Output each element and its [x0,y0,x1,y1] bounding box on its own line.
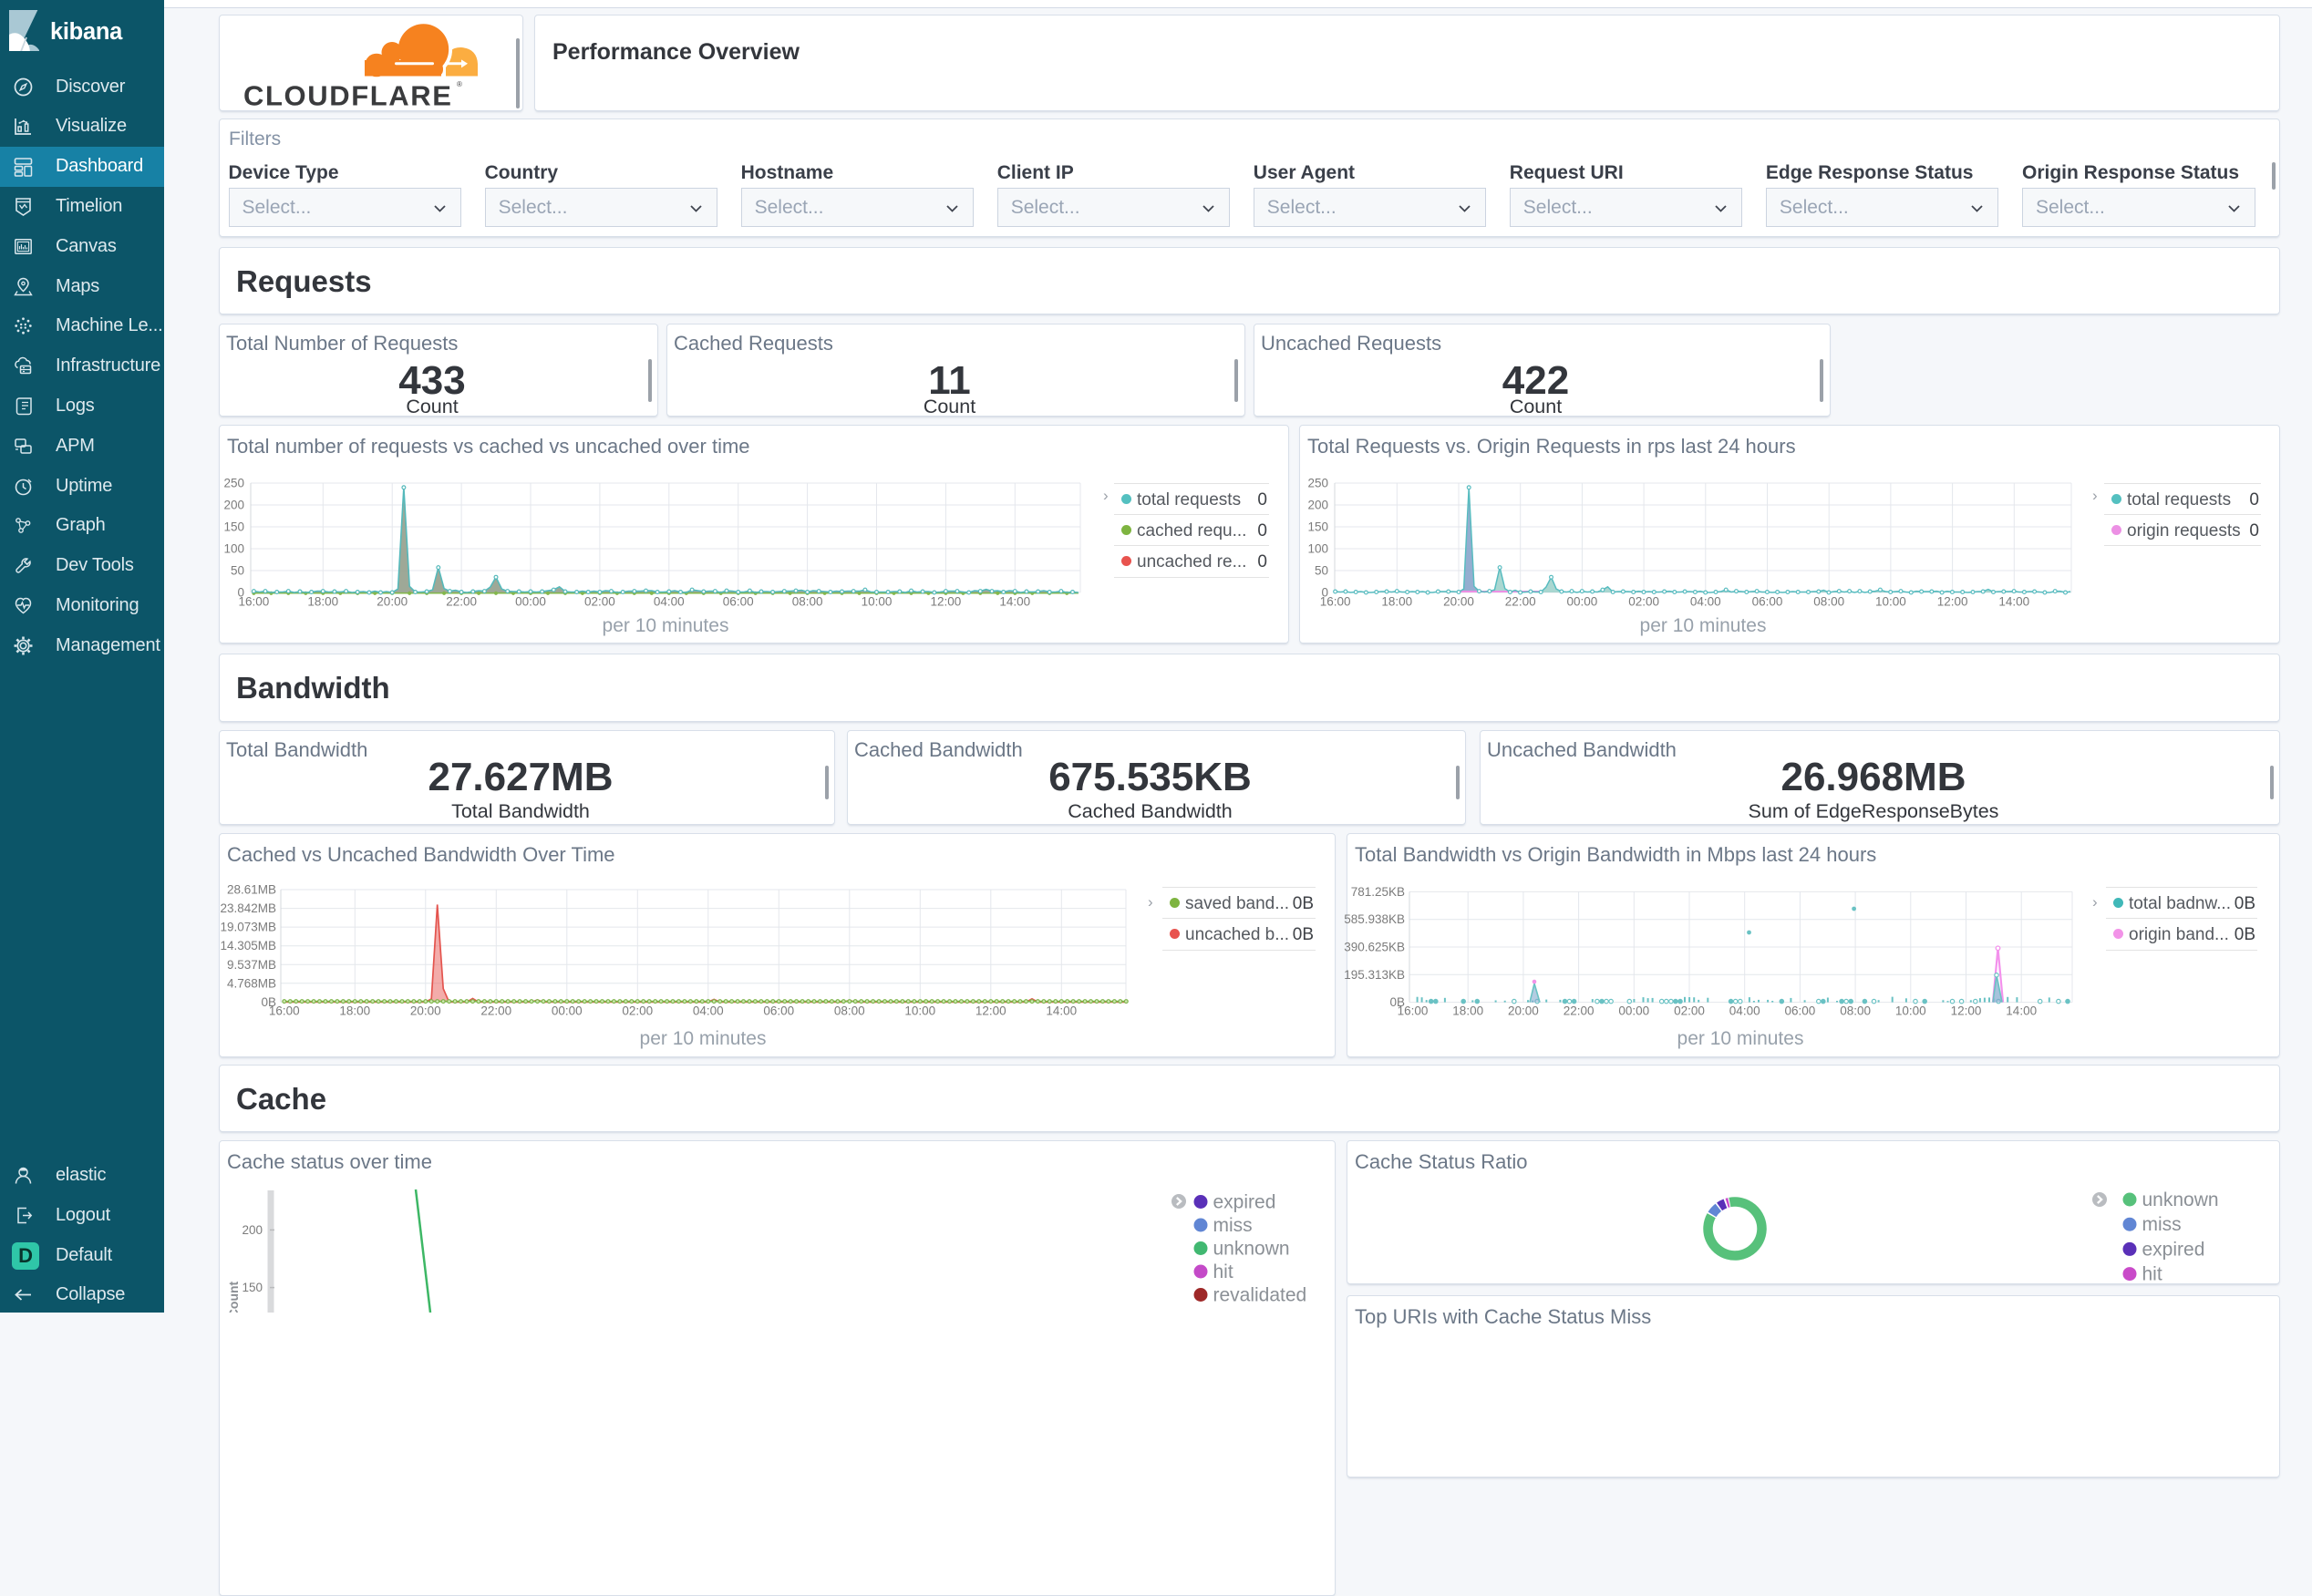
svg-text:02:00: 02:00 [584,595,615,609]
svg-text:200: 200 [242,1223,263,1237]
svg-text:200: 200 [1307,499,1328,512]
svg-text:195.313KB: 195.313KB [1344,968,1405,982]
svg-text:14:00: 14:00 [999,595,1030,609]
svg-text:miss: miss [1213,1215,1253,1236]
svg-text:06:00: 06:00 [1785,1004,1816,1018]
svg-text:250: 250 [223,477,244,490]
svg-text:›: › [2092,893,2098,911]
svg-text:08:00: 08:00 [792,595,823,609]
svg-text:18:00: 18:00 [1381,595,1412,609]
svg-text:06:00: 06:00 [723,595,754,609]
svg-text:hit: hit [1213,1261,1233,1282]
svg-text:12:00: 12:00 [1951,1004,1982,1018]
svg-text:250: 250 [1307,477,1328,490]
svg-text:200: 200 [223,499,244,512]
svg-text:02:00: 02:00 [622,1004,653,1018]
svg-text:28.61MB: 28.61MB [227,883,276,897]
svg-text:4.768MB: 4.768MB [227,976,276,990]
svg-text:19.073MB: 19.073MB [220,921,276,934]
svg-text:unknown: unknown [1213,1239,1290,1260]
svg-text:23.842MB: 23.842MB [220,901,276,915]
svg-text:585.938KB: 585.938KB [1344,912,1405,926]
svg-text:08:00: 08:00 [1813,595,1844,609]
svg-text:9.537MB: 9.537MB [227,958,276,972]
svg-text:20:00: 20:00 [410,1004,441,1018]
svg-text:Count: Count [226,1281,241,1313]
svg-text:12:00: 12:00 [1937,595,1968,609]
svg-text:14.305MB: 14.305MB [220,939,276,952]
svg-text:06:00: 06:00 [763,1004,794,1018]
svg-text:20:00: 20:00 [1508,1004,1539,1018]
svg-text:10:00: 10:00 [862,595,893,609]
svg-text:00:00: 00:00 [515,595,546,609]
svg-text:20:00: 20:00 [1443,595,1474,609]
svg-text:14:00: 14:00 [1046,1004,1077,1018]
svg-text:150: 150 [1307,520,1328,534]
svg-text:miss: miss [2142,1214,2182,1235]
svg-text:04:00: 04:00 [654,595,685,609]
svg-text:expired: expired [2142,1239,2205,1260]
svg-text:22:00: 22:00 [1564,1004,1595,1018]
svg-text:22:00: 22:00 [480,1004,511,1018]
svg-text:100: 100 [223,542,244,556]
svg-text:150: 150 [223,520,244,534]
svg-text:08:00: 08:00 [834,1004,865,1018]
svg-text:per 10 minutes: per 10 minutes [640,1028,767,1049]
svg-text:04:00: 04:00 [1690,595,1721,609]
svg-text:revalidated: revalidated [1213,1285,1307,1306]
svg-text:0: 0 [1321,586,1328,600]
svg-text:unknown: unknown [2142,1189,2219,1210]
svg-text:14:00: 14:00 [2006,1004,2037,1018]
svg-text:per 10 minutes: per 10 minutes [603,615,729,636]
svg-text:›: › [2092,487,2098,504]
svg-text:390.625KB: 390.625KB [1344,941,1405,954]
svg-text:0B: 0B [1389,995,1405,1009]
svg-text:06:00: 06:00 [1752,595,1783,609]
svg-text:14:00: 14:00 [1998,595,2029,609]
svg-text:00:00: 00:00 [552,1004,583,1018]
svg-text:per 10 minutes: per 10 minutes [1640,615,1767,636]
svg-text:hit: hit [2142,1264,2162,1285]
svg-text:10:00: 10:00 [1895,1004,1926,1018]
svg-text:12:00: 12:00 [931,595,962,609]
svg-text:12:00: 12:00 [975,1004,1006,1018]
svg-text:18:00: 18:00 [307,595,338,609]
svg-text:›: › [1103,487,1109,504]
svg-text:150: 150 [242,1281,263,1294]
svg-text:›: › [1148,893,1153,911]
svg-text:04:00: 04:00 [1729,1004,1760,1018]
svg-text:22:00: 22:00 [1505,595,1536,609]
svg-text:expired: expired [1213,1192,1276,1213]
svg-text:10:00: 10:00 [904,1004,935,1018]
svg-text:50: 50 [231,564,244,578]
svg-text:00:00: 00:00 [1618,1004,1649,1018]
svg-text:100: 100 [1307,542,1328,556]
svg-text:50: 50 [1315,564,1328,578]
svg-text:02:00: 02:00 [1628,595,1659,609]
svg-text:0: 0 [237,586,244,600]
svg-text:20:00: 20:00 [377,595,408,609]
svg-text:per 10 minutes: per 10 minutes [1677,1028,1804,1049]
svg-text:10:00: 10:00 [1875,595,1906,609]
svg-text:781.25KB: 781.25KB [1351,885,1405,899]
svg-text:08:00: 08:00 [1840,1004,1871,1018]
svg-text:0B: 0B [261,995,276,1009]
svg-text:02:00: 02:00 [1674,1004,1705,1018]
svg-text:00:00: 00:00 [1567,595,1598,609]
svg-text:18:00: 18:00 [1452,1004,1483,1018]
svg-text:18:00: 18:00 [339,1004,370,1018]
svg-text:22:00: 22:00 [446,595,477,609]
svg-text:04:00: 04:00 [693,1004,724,1018]
